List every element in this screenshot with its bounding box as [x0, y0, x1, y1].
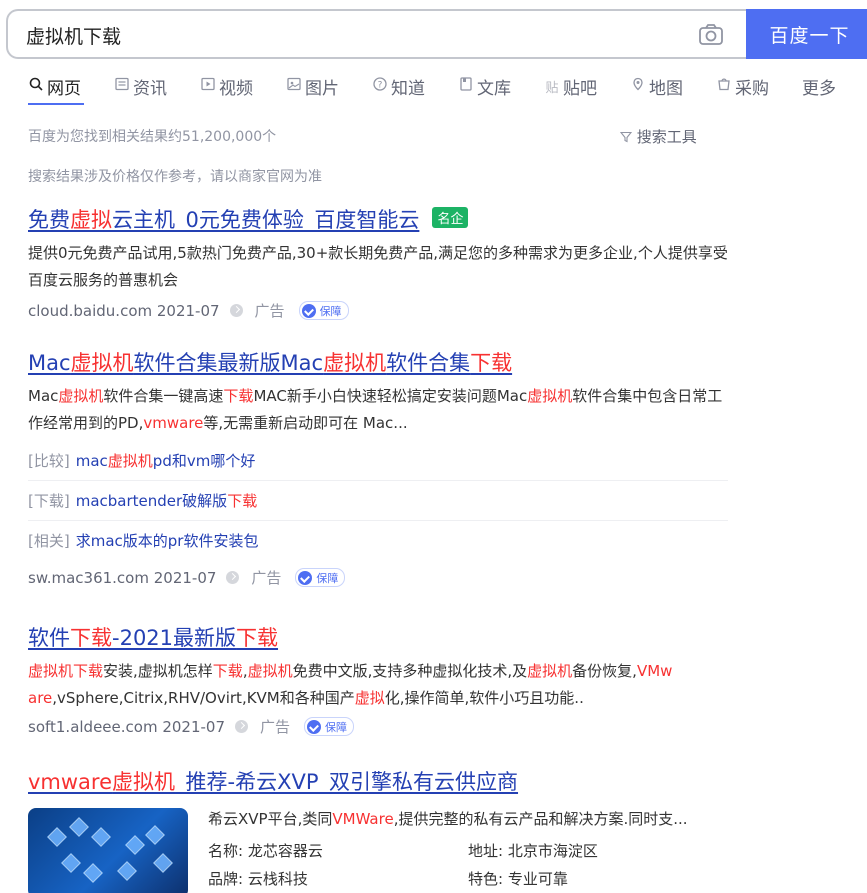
tab-map[interactable]: 地图 [630, 74, 683, 99]
tab-label: 知道 [391, 78, 425, 99]
tab-label: 图片 [305, 78, 339, 99]
info-feature: 特色: 专业可靠 [468, 870, 568, 888]
result-source: soft1.aldeee.com 2021-07 广告 保障 [28, 716, 728, 737]
tab-label: 地图 [649, 78, 683, 99]
search-box [6, 9, 748, 59]
source-url[interactable]: sw.mac361.com 2021-07 [28, 569, 216, 587]
result-count: 百度为您找到相关结果约51,200,000个 [28, 129, 277, 145]
shield-check-icon [301, 303, 316, 318]
source-url[interactable]: soft1.aldeee.com 2021-07 [28, 718, 225, 736]
sublink-row: [相关] 求mac版本的pr软件安装包 [28, 532, 259, 550]
search-tools-label: 搜索工具 [636, 128, 697, 146]
result-description: Mac虚拟机软件合集一键高速下载MAC新手小白快速轻松搞定安装问题Mac虚拟机软… [28, 387, 723, 432]
check-circle-icon [226, 571, 240, 584]
search-tabs: 网页 资讯 视频 图片 ? 知道 文库 贴 贴吧 地图 采购 更多 [28, 74, 867, 104]
camera-icon[interactable] [698, 23, 724, 47]
image-icon [286, 77, 302, 95]
tab-zhidao[interactable]: ? 知道 [372, 74, 425, 99]
price-notice: 搜索结果涉及价格仅作参考，请以商家官网为准 [28, 169, 322, 185]
tab-label: 视频 [219, 78, 253, 99]
tab-news[interactable]: 资讯 [114, 74, 167, 99]
filter-icon [619, 128, 637, 146]
search-result: Mac虚拟机软件合集最新版Mac虚拟机软件合集下载 Mac虚拟机软件合集一键高速… [28, 347, 728, 588]
tab-label: 资讯 [133, 78, 167, 99]
shield-check-icon [307, 719, 322, 734]
shield-check-icon [298, 570, 313, 585]
result-title-link[interactable]: 免费虚拟云主机_0元免费体验_百度智能云 [28, 204, 419, 234]
tab-label: 网页 [47, 78, 81, 99]
search-result: 软件下载-2021最新版下载 虚拟机下载安装,虚拟机怎样下载,虚拟机免费中文版,… [28, 622, 728, 737]
map-icon [630, 77, 646, 95]
tab-label: 采购 [735, 78, 769, 99]
search-tools-button[interactable]: 搜索工具 [619, 126, 697, 147]
sublink-row: [下载] macbartender破解版下载 [28, 481, 728, 521]
tab-images[interactable]: 图片 [286, 74, 339, 99]
guarantee-badge[interactable]: 保障 [295, 568, 346, 587]
result-description: 虚拟机下载安装,虚拟机怎样下载,虚拟机免费中文版,支持多种虚拟化技术,及虚拟机备… [28, 662, 673, 707]
famous-enterprise-badge: 名企 [432, 207, 469, 228]
active-tab-indicator [28, 103, 84, 105]
check-circle-icon [229, 304, 243, 317]
tieba-icon: 贴 [545, 80, 559, 96]
question-icon: ? [372, 77, 388, 95]
result-thumbnail[interactable] [28, 808, 188, 893]
guarantee-badge[interactable]: 保障 [304, 717, 355, 736]
sublinks: [比较] mac虚拟机pd和vm哪个好 [下载] macbartender破解版下载… [28, 441, 728, 561]
guarantee-badge[interactable]: 保障 [298, 301, 349, 320]
result-description: 希云XVP平台,类同VMWare,提供完整的私有云产品和解决方案.同时支... [208, 810, 688, 828]
sublink-row: [比较] mac虚拟机pd和vm哪个好 [28, 441, 728, 481]
info-address: 地址: 北京市海淀区 [468, 842, 598, 860]
search-bar: 百度一下 [6, 9, 867, 59]
doc-icon [458, 77, 474, 95]
svg-text:?: ? [378, 81, 383, 91]
tab-web[interactable]: 网页 [28, 74, 81, 99]
search-result: vmware虚拟机_推荐-希云XVP_双引擎私有云供应商 希云XVP平台,类同V… [28, 766, 728, 893]
result-title-link[interactable]: Mac虚拟机软件合集最新版Mac虚拟机软件合集下载 [28, 347, 512, 377]
tab-more[interactable]: 更多 [802, 74, 836, 99]
search-button[interactable]: 百度一下 [746, 9, 867, 59]
tab-label: 贴吧 [563, 78, 597, 99]
ad-label: 广告 [254, 302, 285, 320]
source-url[interactable]: cloud.baidu.com 2021-07 [28, 302, 220, 320]
result-title-link[interactable]: 软件下载-2021最新版下载 [28, 622, 278, 652]
result-source: cloud.baidu.com 2021-07 广告 保障 [28, 300, 728, 321]
check-circle-icon [235, 720, 249, 733]
tab-purchase[interactable]: 采购 [716, 74, 769, 99]
result-source: sw.mac361.com 2021-07 广告 保障 [28, 567, 728, 588]
info-name: 名称: 龙芯容器云 [208, 842, 323, 860]
sublink[interactable]: mac虚拟机pd和vm哪个好 [76, 452, 256, 470]
search-icon [28, 77, 44, 95]
tab-label: 文库 [477, 78, 511, 99]
search-result: 免费虚拟云主机_0元免费体验_百度智能云 名企 提供0元免费产品试用,5款热门免… [28, 204, 728, 321]
ad-label: 广告 [260, 718, 291, 736]
news-icon [114, 77, 130, 95]
tab-wenku[interactable]: 文库 [458, 74, 511, 99]
video-icon [200, 77, 216, 95]
search-input[interactable] [26, 22, 626, 48]
purchase-icon [716, 77, 732, 95]
ad-label: 广告 [251, 569, 282, 587]
tab-label: 更多 [802, 78, 836, 99]
tab-tieba[interactable]: 贴 贴吧 [544, 74, 597, 99]
sublink[interactable]: macbartender破解版下载 [76, 492, 257, 510]
tab-video[interactable]: 视频 [200, 74, 253, 99]
result-description: 提供0元免费产品试用,5款热门免费产品,30+款长期免费产品,满足您的多种需求为… [28, 244, 728, 289]
result-title-link[interactable]: vmware虚拟机_推荐-希云XVP_双引擎私有云供应商 [28, 766, 518, 796]
sublink[interactable]: 求mac版本的pr软件安装包 [76, 532, 259, 550]
info-brand: 品牌: 云栈科技 [208, 870, 308, 888]
